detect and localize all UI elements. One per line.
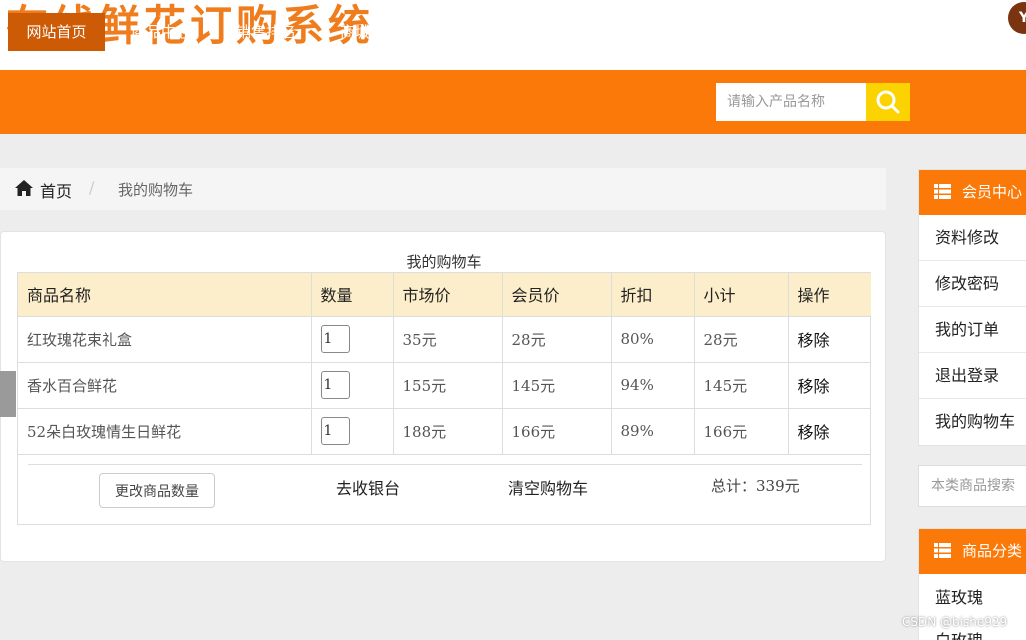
nav-item-member-center[interactable]: 会员中心 [550, 13, 642, 51]
category-title: 商品分类 [962, 542, 1023, 560]
cell-discount: 80% [610, 315, 695, 363]
cart-panel: 我的购物车 商品名称 数量 市场价 会员价 折扣 小计 操作 红玫瑰花束礼盒 3… [0, 231, 886, 562]
cell-product-name: 52朵白玫瑰情生日鲜花 [18, 407, 312, 455]
sidebar-item-logout[interactable]: 退出登录 [919, 353, 1026, 399]
nav-item-announcements[interactable]: 商城公告 [324, 13, 416, 51]
column-header-market-price: 市场价 [392, 273, 503, 317]
cart-table: 商品名称 数量 市场价 会员价 折扣 小计 操作 红玫瑰花束礼盒 35元 28元… [18, 273, 871, 455]
cell-subtotal: 166元 [693, 407, 789, 455]
cell-market-price: 35元 [392, 315, 503, 363]
table-row: 红玫瑰花束礼盒 35元 28元 80% 28元 移除 [18, 315, 871, 363]
list-icon [934, 543, 951, 558]
nav-item-my-cart[interactable]: 我的购物车 [430, 13, 536, 51]
column-header-discount: 折扣 [610, 273, 695, 317]
cell-action: 移除 [787, 407, 871, 455]
watermark-text: CSDN @bishe929 [902, 615, 1008, 629]
list-icon [934, 184, 951, 199]
member-center-title: 会员中心 [962, 183, 1023, 201]
category-search-input[interactable] [918, 465, 1026, 507]
home-icon [15, 180, 33, 196]
sidebar-item-change-password[interactable]: 修改密码 [919, 261, 1026, 307]
quantity-input[interactable] [320, 371, 350, 399]
cell-qty [310, 407, 394, 455]
cell-member-price: 166元 [501, 407, 612, 455]
cart-caption: 我的购物车 [406, 253, 482, 271]
column-header-action: 操作 [787, 273, 871, 317]
column-header-member-price: 会员价 [501, 273, 612, 317]
search-icon [876, 90, 900, 114]
update-quantity-button[interactable]: 更改商品数量 [99, 473, 215, 508]
breadcrumb-current: 我的购物车 [118, 181, 194, 199]
cart-divider [28, 464, 862, 465]
side-scroll-tab[interactable] [0, 371, 16, 417]
cart-total: 总计：339元 [711, 477, 800, 495]
cart-box: 商品名称 数量 市场价 会员价 折扣 小计 操作 红玫瑰花束礼盒 35元 28元… [17, 272, 871, 525]
member-center-header: 会员中心 [919, 170, 1026, 215]
remove-link[interactable]: 移除 [798, 331, 830, 350]
breadcrumb: 首页 / 我的购物车 [0, 168, 886, 210]
quantity-input[interactable] [320, 417, 350, 445]
search-button[interactable] [866, 83, 910, 121]
member-center-card: 会员中心 资料修改 修改密码 我的订单 退出登录 我的购物车 [918, 169, 1026, 446]
cell-discount: 89% [610, 407, 695, 455]
sidebar-item-my-cart[interactable]: 我的购物车 [919, 399, 1026, 445]
nav-item-products[interactable]: 商品中心 [114, 13, 208, 51]
cell-subtotal: 145元 [693, 361, 789, 409]
cell-member-price: 28元 [501, 315, 612, 363]
column-header-subtotal: 小计 [693, 273, 789, 317]
remove-link[interactable]: 移除 [798, 377, 830, 396]
column-header-name: 商品名称 [18, 273, 312, 317]
cell-product-name: 红玫瑰花束礼盒 [18, 315, 312, 363]
cell-discount: 94% [610, 361, 695, 409]
cell-market-price: 155元 [392, 361, 503, 409]
nav-item-sales-ranking[interactable]: 销售排名 [220, 13, 312, 51]
cell-subtotal: 28元 [693, 315, 789, 363]
category-header: 商品分类 [919, 529, 1026, 574]
nav-item-home[interactable]: 网站首页 [8, 13, 105, 51]
table-header-row: 商品名称 数量 市场价 会员价 折扣 小计 操作 [18, 273, 871, 317]
cell-action: 移除 [787, 361, 871, 409]
product-search-input[interactable] [716, 83, 866, 121]
cell-member-price: 145元 [501, 361, 612, 409]
cell-qty [310, 315, 394, 363]
clear-cart-link[interactable]: 清空购物车 [508, 475, 588, 499]
checkout-link[interactable]: 去收银台 [336, 475, 400, 499]
nav-item-logout[interactable]: 注销 [660, 13, 708, 51]
remove-link[interactable]: 移除 [798, 423, 830, 442]
table-row: 香水百合鲜花 155元 145元 94% 145元 移除 [18, 361, 871, 409]
cell-market-price: 188元 [392, 407, 503, 455]
cell-qty [310, 361, 394, 409]
sidebar-item-my-orders[interactable]: 我的订单 [919, 307, 1026, 353]
logo-badge: Y [1008, 2, 1026, 34]
breadcrumb-separator: / [89, 178, 95, 197]
column-header-qty: 数量 [310, 273, 394, 317]
nav-item-admin[interactable]: 后台管理 [924, 13, 1008, 51]
cell-action: 移除 [787, 315, 871, 363]
table-row: 52朵白玫瑰情生日鲜花 188元 166元 89% 166元 移除 [18, 407, 871, 455]
sidebar-item-edit-profile[interactable]: 资料修改 [919, 215, 1026, 261]
breadcrumb-home-link[interactable]: 首页 [40, 178, 72, 202]
quantity-input[interactable] [320, 325, 350, 353]
cell-product-name: 香水百合鲜花 [18, 361, 312, 409]
